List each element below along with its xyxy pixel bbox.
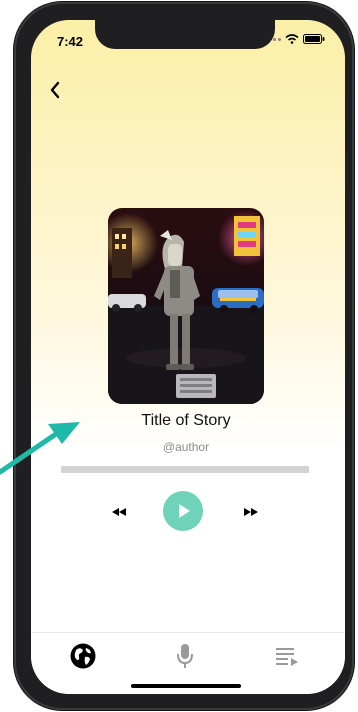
notch <box>95 20 275 49</box>
status-time: 7:42 <box>57 34 84 49</box>
rewind-icon <box>112 508 126 516</box>
status-icons <box>273 34 325 44</box>
play-icon <box>179 504 190 518</box>
tab-playlist[interactable] <box>267 639 307 673</box>
fast-forward-button[interactable] <box>239 503 263 521</box>
progress-bar[interactable] <box>61 466 309 473</box>
back-button[interactable] <box>43 78 67 102</box>
screen: 7:42 Title of Story @author <box>0 0 358 712</box>
home-indicator <box>131 684 241 688</box>
signal-icon <box>273 37 281 41</box>
tab-discover[interactable] <box>63 639 103 673</box>
playlist-icon <box>276 648 298 666</box>
chevron-left-icon <box>50 81 60 99</box>
microphone-icon <box>177 644 193 668</box>
tab-record[interactable] <box>165 639 205 673</box>
annotation-arrow-icon <box>0 422 80 475</box>
battery-icon <box>303 34 325 44</box>
globe-icon <box>70 643 96 669</box>
story-cover-image <box>108 208 264 404</box>
phone-screen: 7:42 Title of Story @author <box>31 20 345 694</box>
play-button[interactable] <box>163 491 203 531</box>
fast-forward-icon <box>244 508 258 516</box>
wifi-icon <box>285 34 299 44</box>
rewind-button[interactable] <box>107 503 131 521</box>
